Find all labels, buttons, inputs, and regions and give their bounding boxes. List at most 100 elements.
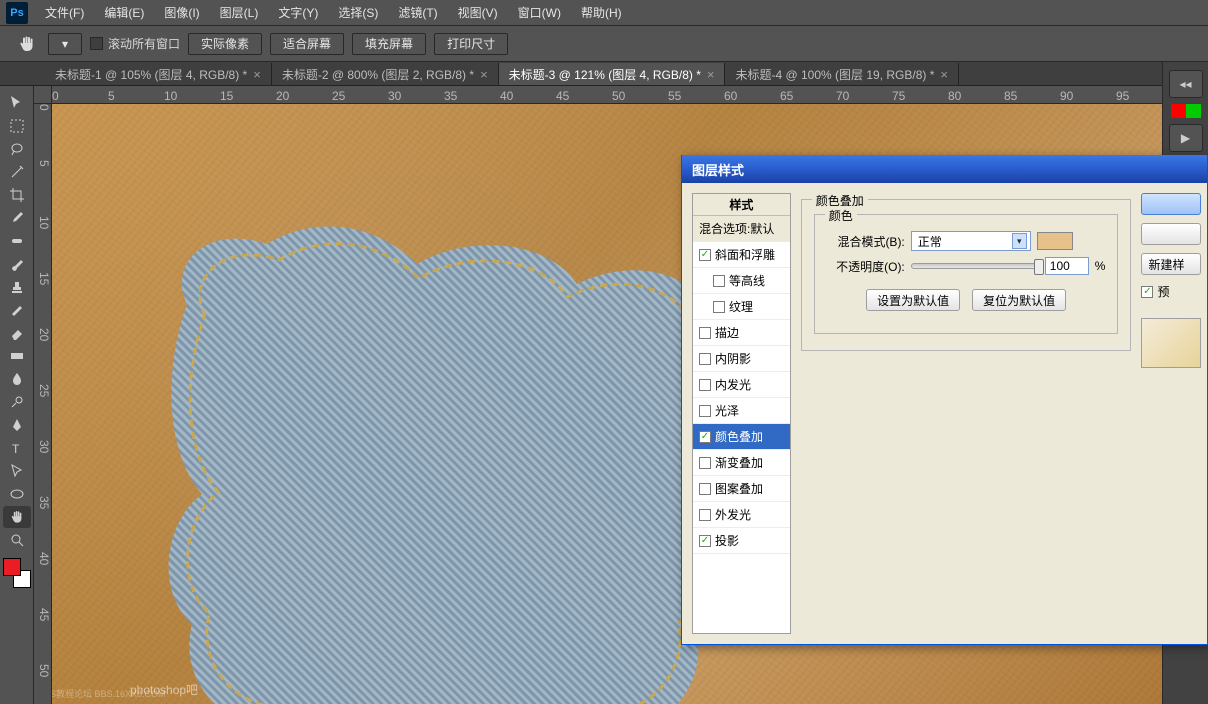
menu-select[interactable]: 选择(S) xyxy=(329,0,387,25)
path-select-tool[interactable] xyxy=(3,460,31,482)
collapse-panel-icon[interactable]: ◂◂ xyxy=(1169,70,1203,98)
stamp-tool[interactable] xyxy=(3,276,31,298)
fill-screen-button[interactable]: 填充屏幕 xyxy=(352,33,426,55)
close-icon[interactable]: × xyxy=(940,67,948,82)
checkbox-icon[interactable]: ✓ xyxy=(699,249,711,261)
checkbox-icon[interactable]: ✓ xyxy=(699,535,711,547)
style-item-8[interactable]: 渐变叠加 xyxy=(693,450,790,476)
eyedropper-tool[interactable] xyxy=(3,207,31,229)
tool-preset-dropdown[interactable]: ▾ xyxy=(48,33,82,55)
checkbox-icon[interactable]: ✓ xyxy=(699,431,711,443)
style-item-9[interactable]: 图案叠加 xyxy=(693,476,790,502)
menu-window[interactable]: 窗口(W) xyxy=(509,0,570,25)
chevron-down-icon[interactable]: ▾ xyxy=(1012,233,1027,249)
opacity-slider[interactable] xyxy=(911,263,1039,269)
menu-image[interactable]: 图像(I) xyxy=(155,0,208,25)
actual-pixels-button[interactable]: 实际像素 xyxy=(188,33,262,55)
style-item-1[interactable]: 等高线 xyxy=(693,268,790,294)
dialog-title[interactable]: 图层样式 xyxy=(682,155,1207,183)
checkbox-icon[interactable] xyxy=(699,483,711,495)
history-brush-tool[interactable] xyxy=(3,299,31,321)
style-item-label: 外发光 xyxy=(715,506,751,523)
style-item-11[interactable]: ✓投影 xyxy=(693,528,790,554)
menu-filter[interactable]: 滤镜(T) xyxy=(389,0,446,25)
checkbox-icon[interactable] xyxy=(90,37,103,50)
style-item-label: 图案叠加 xyxy=(715,480,763,497)
doc-tab-3[interactable]: 未标题-3 @ 121% (图层 4, RGB/8) *× xyxy=(499,63,726,85)
menu-file[interactable]: 文件(F) xyxy=(36,0,93,25)
dialog-side-buttons: 新建样 ✓ 预 xyxy=(1141,193,1201,634)
style-item-2[interactable]: 纹理 xyxy=(693,294,790,320)
eraser-tool[interactable] xyxy=(3,322,31,344)
checkbox-icon[interactable] xyxy=(699,457,711,469)
menu-bar: Ps 文件(F) 编辑(E) 图像(I) 图层(L) 文字(Y) 选择(S) 滤… xyxy=(0,0,1208,26)
pen-tool[interactable] xyxy=(3,414,31,436)
scroll-all-windows-option[interactable]: 滚动所有窗口 xyxy=(90,35,180,52)
opacity-input[interactable] xyxy=(1045,257,1089,275)
close-icon[interactable]: × xyxy=(707,67,715,82)
wand-tool[interactable] xyxy=(3,161,31,183)
dodge-tool[interactable] xyxy=(3,391,31,413)
style-item-3[interactable]: 描边 xyxy=(693,320,790,346)
preview-checkbox[interactable]: ✓ 预 xyxy=(1141,283,1201,300)
hand-tool-icon xyxy=(14,31,40,57)
overlay-color-swatch[interactable] xyxy=(1037,232,1073,250)
checkbox-icon[interactable] xyxy=(699,379,711,391)
style-item-label: 内阴影 xyxy=(715,350,751,367)
color-swatches[interactable] xyxy=(3,558,31,588)
checkbox-icon[interactable]: ✓ xyxy=(1141,286,1153,298)
close-icon[interactable]: × xyxy=(253,67,261,82)
ruler-vertical[interactable]: 05101520253035404550 xyxy=(34,104,52,704)
checkbox-icon[interactable] xyxy=(699,405,711,417)
crop-tool[interactable] xyxy=(3,184,31,206)
reset-default-button[interactable]: 复位为默认值 xyxy=(972,289,1066,311)
move-tool[interactable] xyxy=(3,92,31,114)
blend-mode-select[interactable]: 正常 ▾ xyxy=(911,231,1031,251)
checkbox-icon[interactable] xyxy=(699,327,711,339)
heal-tool[interactable] xyxy=(3,230,31,252)
ok-button[interactable] xyxy=(1141,193,1201,215)
style-item-5[interactable]: 内发光 xyxy=(693,372,790,398)
shape-tool[interactable] xyxy=(3,483,31,505)
blending-options-default[interactable]: 混合选项:默认 xyxy=(693,216,790,242)
checkbox-icon[interactable] xyxy=(699,353,711,365)
doc-tab-2[interactable]: 未标题-2 @ 800% (图层 2, RGB/8) *× xyxy=(272,63,499,85)
style-item-6[interactable]: 光泽 xyxy=(693,398,790,424)
menu-view[interactable]: 视图(V) xyxy=(449,0,507,25)
checkbox-icon[interactable] xyxy=(713,301,725,313)
close-icon[interactable]: × xyxy=(480,67,488,82)
print-size-button[interactable]: 打印尺寸 xyxy=(434,33,508,55)
set-default-button[interactable]: 设置为默认值 xyxy=(866,289,960,311)
style-item-10[interactable]: 外发光 xyxy=(693,502,790,528)
ruler-horizontal[interactable]: 05101520253035404550556065707580859095 xyxy=(52,86,1162,104)
menu-layer[interactable]: 图层(L) xyxy=(211,0,268,25)
gradient-tool[interactable] xyxy=(3,345,31,367)
marquee-tool[interactable] xyxy=(3,115,31,137)
play-icon[interactable]: ▶ xyxy=(1169,124,1203,152)
zoom-tool[interactable] xyxy=(3,529,31,551)
checkbox-icon[interactable] xyxy=(713,275,725,287)
fg-color-swatch[interactable] xyxy=(3,558,21,576)
blur-tool[interactable] xyxy=(3,368,31,390)
new-style-button[interactable]: 新建样 xyxy=(1141,253,1201,275)
doc-tab-1[interactable]: 未标题-1 @ 105% (图层 4, RGB/8) *× xyxy=(45,63,272,85)
brush-tool[interactable] xyxy=(3,253,31,275)
style-item-label: 颜色叠加 xyxy=(715,428,763,445)
type-tool[interactable]: T xyxy=(3,437,31,459)
doc-tab-4[interactable]: 未标题-4 @ 100% (图层 19, RGB/8) *× xyxy=(725,63,959,85)
menu-edit[interactable]: 编辑(E) xyxy=(95,0,153,25)
cancel-button[interactable] xyxy=(1141,223,1201,245)
fit-screen-button[interactable]: 适合屏幕 xyxy=(270,33,344,55)
mini-swatches[interactable] xyxy=(1171,104,1201,118)
style-list: 样式 混合选项:默认 ✓斜面和浮雕等高线纹理描边内阴影内发光光泽✓颜色叠加渐变叠… xyxy=(692,193,791,634)
ps-logo: Ps xyxy=(6,2,28,24)
hand-tool[interactable] xyxy=(3,506,31,528)
style-item-0[interactable]: ✓斜面和浮雕 xyxy=(693,242,790,268)
checkbox-icon[interactable] xyxy=(699,509,711,521)
menu-type[interactable]: 文字(Y) xyxy=(269,0,327,25)
menu-help[interactable]: 帮助(H) xyxy=(572,0,631,25)
style-item-7[interactable]: ✓ 颜色叠加 xyxy=(693,424,790,450)
lasso-tool[interactable] xyxy=(3,138,31,160)
style-item-4[interactable]: 内阴影 xyxy=(693,346,790,372)
slider-thumb[interactable] xyxy=(1034,259,1044,275)
